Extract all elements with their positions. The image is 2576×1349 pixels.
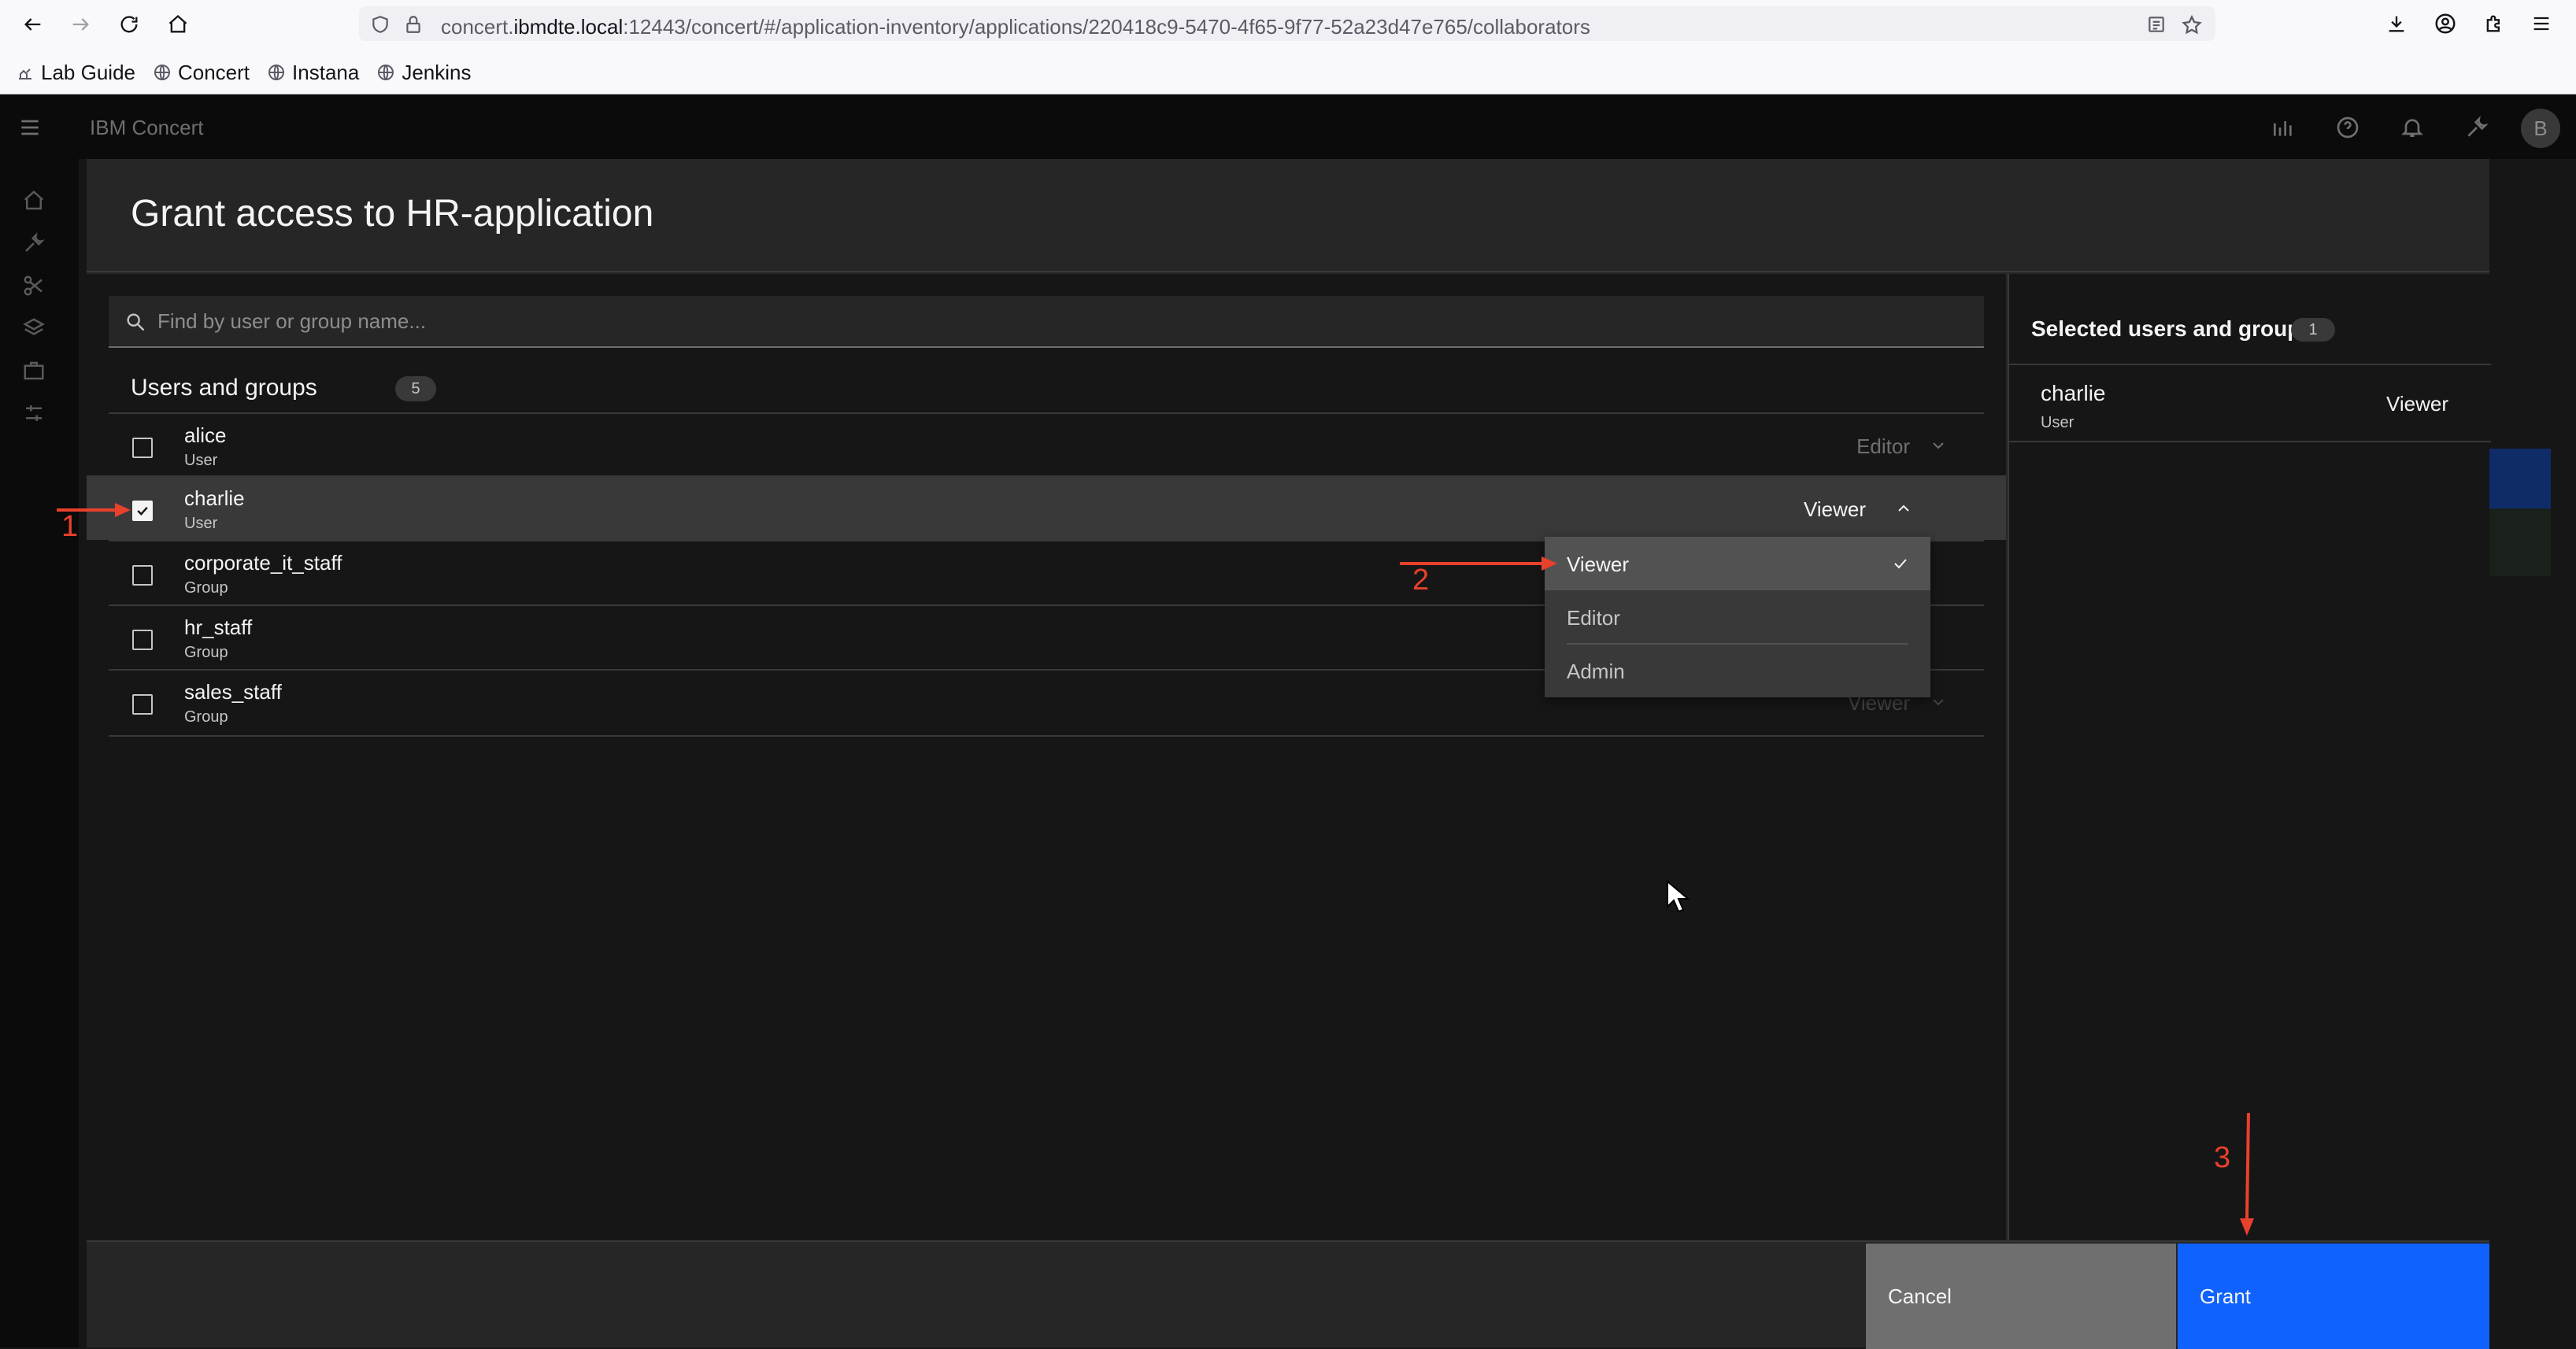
annotation-arrowhead-2	[1542, 556, 1557, 571]
annotation-label-3: 3	[2214, 1141, 2231, 1174]
annotation-arrowhead-3	[2240, 1218, 2254, 1236]
mouse-cursor-icon	[1667, 880, 1690, 913]
annotation-label-1: 1	[61, 510, 79, 543]
annotation-arrows	[57, 503, 2254, 1236]
annotation-arrow-3	[2245, 1112, 2250, 1219]
annotation-arrowhead-1	[115, 503, 131, 517]
annotation-label-2: 2	[1412, 564, 1430, 597]
